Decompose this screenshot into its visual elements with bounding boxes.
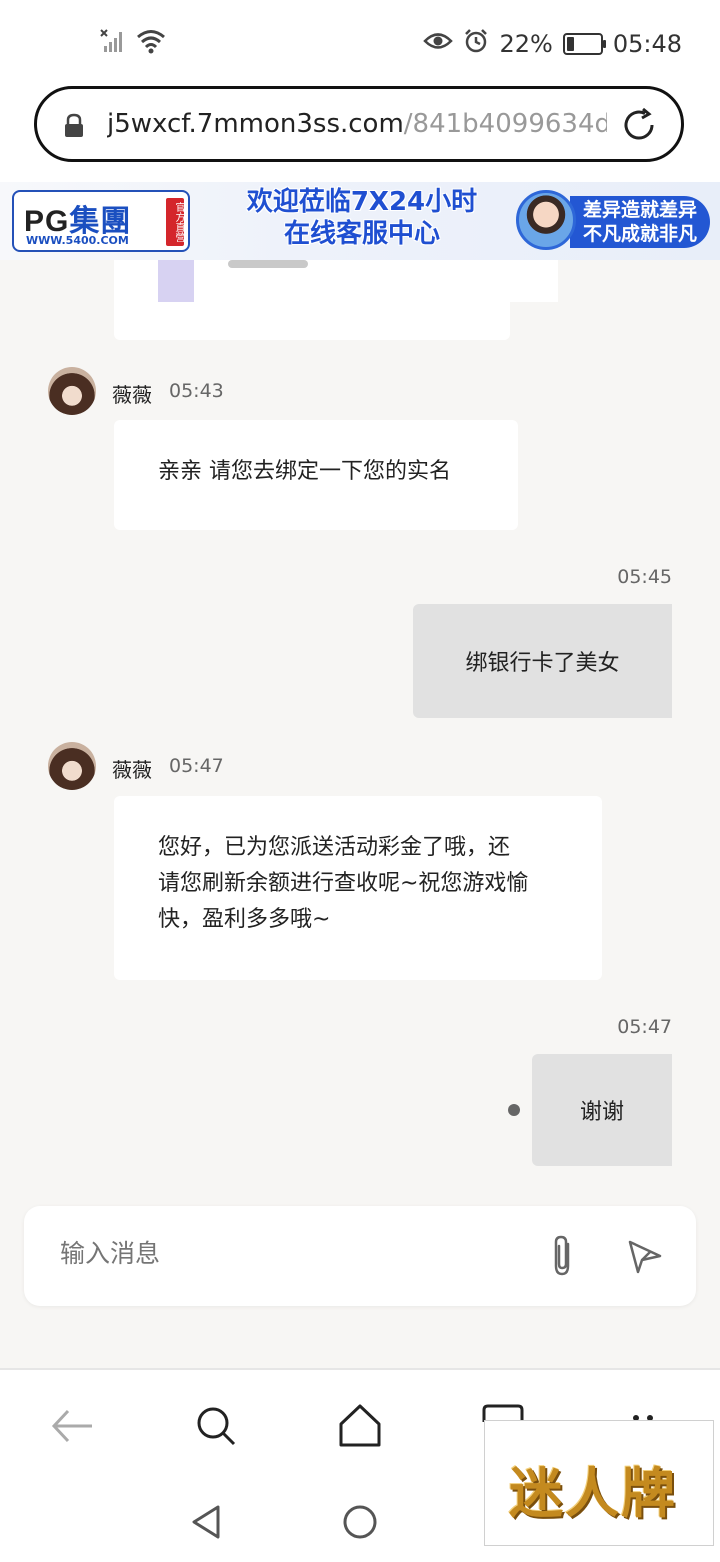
no-sim-signal-icon xyxy=(100,28,126,58)
clock: 05:48 xyxy=(612,30,682,58)
search-icon[interactable] xyxy=(194,1404,238,1452)
logo-sub: WWW.5400.COM xyxy=(26,234,129,247)
status-right: 22% 05:48 xyxy=(423,28,682,60)
chat-area[interactable]: 薇薇 05:43 亲亲 请您去绑定一下您的实名 05:45 绑银行卡了美女 薇薇… xyxy=(0,260,720,1368)
wifi-icon xyxy=(136,28,166,58)
url-domain: j5wxcf.7mmon3ss.com xyxy=(107,109,404,139)
system-home-icon[interactable] xyxy=(342,1504,378,1544)
alarm-icon xyxy=(463,28,489,60)
home-icon[interactable] xyxy=(336,1402,384,1452)
banner-slogan: 差异造就差异 不凡成就非凡 xyxy=(570,196,710,248)
message-time: 05:43 xyxy=(169,380,224,402)
message-bubble-right[interactable]: 谢谢 xyxy=(532,1054,672,1166)
agent-avatar[interactable] xyxy=(48,742,96,790)
battery-percent: 22% xyxy=(499,30,553,58)
headline-line1: 欢迎莅临7X24小时 xyxy=(246,187,478,217)
logo-seal: 官方直營 xyxy=(166,198,184,246)
message-bubble-left[interactable]: 亲亲 请您去绑定一下您的实名 xyxy=(114,420,518,530)
support-agent-icon xyxy=(516,190,576,250)
headline-line2: 在线客服中心 xyxy=(283,219,440,249)
browser-toolbar: j5wxcf.7mmon3ss.com/841b4099634d1f xyxy=(0,84,720,182)
agent-avatar[interactable] xyxy=(48,367,96,415)
message-text-line: 快，盈利多多哦~ xyxy=(158,907,331,932)
slogan-line2: 不凡成就非凡 xyxy=(582,223,697,245)
back-arrow-icon[interactable] xyxy=(50,1406,94,1450)
status-bar: 22% 05:48 xyxy=(0,0,720,84)
url-path: /841b4099634d1f xyxy=(403,109,607,139)
address-bar[interactable]: j5wxcf.7mmon3ss.com/841b4099634d1f xyxy=(34,86,684,162)
previous-message-inner xyxy=(158,260,558,302)
message-text: 谢谢 xyxy=(579,1100,624,1125)
message-text: 绑银行卡了美女 xyxy=(465,651,620,676)
message-time: 05:47 xyxy=(169,755,224,777)
ad-banner[interactable]: PG集團 WWW.5400.COM 官方直營 欢迎莅临7X24小时 在线客服中心… xyxy=(0,182,720,260)
message-bubble-left[interactable]: 您好，已为您派送活动彩金了哦，还 请您刷新余额进行查收呢~祝您游戏愉 快，盈利多… xyxy=(114,796,602,980)
system-back-icon[interactable] xyxy=(190,1504,222,1544)
message-text: 亲亲 请您去绑定一下您的实名 xyxy=(158,459,451,484)
message-composer xyxy=(24,1206,696,1306)
message-time: 05:45 xyxy=(617,566,672,588)
paperclip-icon[interactable] xyxy=(548,1234,578,1282)
previous-message-text xyxy=(228,260,308,268)
status-left xyxy=(100,28,166,58)
banner-headline: 欢迎莅临7X24小时 在线客服中心 xyxy=(222,186,502,250)
battery-icon xyxy=(562,33,606,55)
message-bubble-right[interactable]: 绑银行卡了美女 xyxy=(413,604,672,718)
previous-message-image xyxy=(158,260,194,302)
message-text-line: 请您刷新余额进行查收呢~祝您游戏愉 xyxy=(158,871,529,896)
slogan-line1: 差异造就差异 xyxy=(582,199,697,221)
sender-name: 薇薇 xyxy=(112,383,152,407)
message-input[interactable] xyxy=(58,1238,502,1269)
pg-logo: PG集團 WWW.5400.COM 官方直營 xyxy=(12,190,190,252)
battery-level xyxy=(566,37,574,51)
reload-icon[interactable] xyxy=(619,105,659,149)
message-text-line: 您好，已为您派送活动彩金了哦，还 xyxy=(158,835,511,860)
watermark-text: 迷人牌 xyxy=(509,1461,677,1525)
sender-name: 薇薇 xyxy=(112,758,152,782)
eye-icon xyxy=(423,30,454,58)
message-time: 05:47 xyxy=(617,1016,672,1038)
sending-indicator xyxy=(508,1104,520,1116)
lock-icon xyxy=(63,113,85,143)
send-icon[interactable] xyxy=(626,1238,664,1280)
url-text[interactable]: j5wxcf.7mmon3ss.com/841b4099634d1f xyxy=(107,109,607,139)
watermark-logo: 迷人牌 xyxy=(484,1420,714,1546)
